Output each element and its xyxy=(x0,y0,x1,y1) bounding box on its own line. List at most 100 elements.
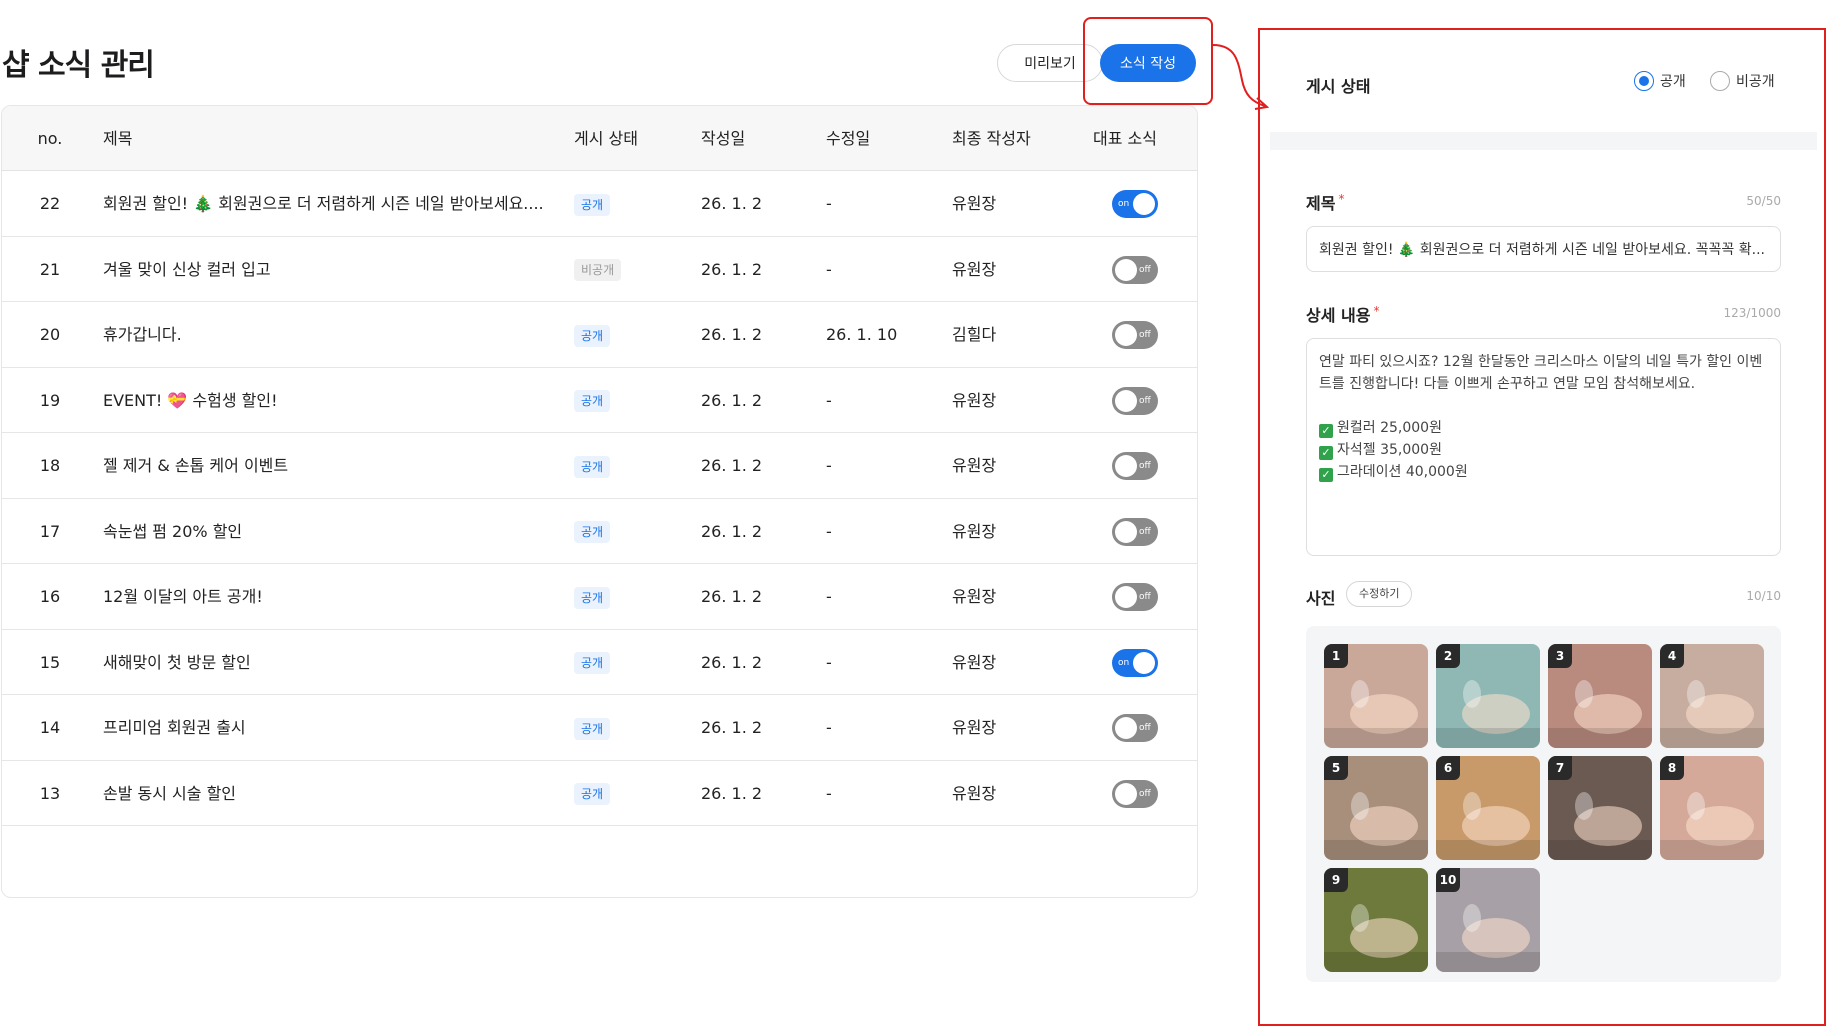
featured-toggle[interactable]: off xyxy=(1112,321,1158,349)
row-title[interactable]: 회원권 할인! 🎄 회원권으로 더 저렴하게 시즌 네일 받아보세요.... xyxy=(103,171,549,236)
row-status: 공개 xyxy=(574,761,611,826)
title-input[interactable]: 회원권 할인! 🎄 회원권으로 더 저렴하게 시즌 네일 받아보세요. 꼭꼭꼭 … xyxy=(1306,226,1781,272)
table-row[interactable]: 22 회원권 할인! 🎄 회원권으로 더 저렴하게 시즌 네일 받아보세요....… xyxy=(2,171,1197,237)
photo-thumbnail[interactable]: 6 xyxy=(1436,756,1540,860)
row-updated-date: - xyxy=(826,194,832,213)
radio-private-dot[interactable] xyxy=(1710,71,1730,91)
status-badge: 공개 xyxy=(574,390,611,412)
photo-order-badge: 5 xyxy=(1324,756,1348,780)
row-author: 유원장 xyxy=(952,652,997,672)
photo-order-badge: 10 xyxy=(1436,868,1460,892)
toggle-state-label: off xyxy=(1139,330,1151,340)
table-row[interactable]: 15 새해맞이 첫 방문 할인 공개 26. 1. 2 - 유원장 on xyxy=(2,630,1197,695)
table-row[interactable]: 21 겨울 맞이 신상 컬러 입고 비공개 26. 1. 2 - 유원장 off xyxy=(2,237,1197,302)
row-title[interactable]: 겨울 맞이 신상 컬러 입고 xyxy=(103,237,549,302)
toggle-state-label: off xyxy=(1139,723,1151,733)
toggle-knob xyxy=(1115,389,1137,412)
table-row[interactable]: 13 손발 동시 시술 할인 공개 26. 1. 2 - 유원장 off xyxy=(2,761,1197,826)
photo-order-badge: 4 xyxy=(1660,644,1684,668)
featured-toggle[interactable]: off xyxy=(1112,779,1158,808)
photo-thumbnail[interactable]: 8 xyxy=(1660,756,1764,860)
toggle-state-label: off xyxy=(1139,592,1151,602)
table-row[interactable]: 20 휴가갑니다. 공개 26. 1. 2 26. 1. 10 김힐다 off xyxy=(2,302,1197,368)
featured-toggle[interactable]: off xyxy=(1112,583,1158,611)
row-title[interactable]: 속눈썹 펌 20% 할인 xyxy=(103,499,549,564)
row-updated-date: - xyxy=(826,783,832,803)
row-no: 21 xyxy=(39,259,61,279)
check-icon: ✓ xyxy=(1319,446,1333,460)
row-title[interactable]: 젤 제거 & 손톱 케어 이벤트 xyxy=(103,433,549,498)
photo-order-badge: 8 xyxy=(1660,756,1684,780)
title-char-counter: 50/50 xyxy=(1746,194,1781,208)
table-row[interactable]: 14 프리미엄 회원권 출시 공개 26. 1. 2 - 유원장 off xyxy=(2,695,1197,761)
photo-thumbnail[interactable]: 4 xyxy=(1660,644,1764,748)
photo-thumbnail[interactable]: 2 xyxy=(1436,644,1540,748)
screen: 샵 소식 관리 미리보기 소식 작성 no. 제목 게시 상태 작성일 수정일 … xyxy=(0,0,1827,1028)
content-line-text: 자석젤 35,000원 xyxy=(1337,442,1442,458)
content-char-counter: 123/1000 xyxy=(1723,306,1782,320)
content-line-text: 그라데이션 40,000원 xyxy=(1337,464,1468,480)
row-no: 18 xyxy=(39,456,61,475)
toggle-knob xyxy=(1133,651,1155,674)
featured-toggle[interactable]: on xyxy=(1112,648,1158,677)
row-title[interactable]: EVENT! 💝 수험생 할인! xyxy=(103,368,549,433)
col-header-status: 게시 상태 xyxy=(574,129,638,148)
photo-edit-button[interactable]: 수정하기 xyxy=(1346,581,1413,607)
content-line-text: 원컬러 25,000원 xyxy=(1337,420,1442,436)
title-label-text: 제목 xyxy=(1306,194,1336,213)
status-badge: 공개 xyxy=(574,717,611,740)
featured-toggle[interactable]: on xyxy=(1112,190,1158,218)
featured-toggle[interactable]: off xyxy=(1112,255,1158,284)
toggle-state-label: off xyxy=(1139,264,1151,275)
row-status: 비공개 xyxy=(574,237,622,302)
row-status: 공개 xyxy=(574,630,611,695)
photo-order-badge: 7 xyxy=(1548,756,1572,780)
featured-toggle[interactable]: off xyxy=(1112,517,1158,546)
row-title[interactable]: 새해맞이 첫 방문 할인 xyxy=(103,630,549,695)
photo-thumbnail[interactable]: 7 xyxy=(1548,756,1652,860)
toggle-knob xyxy=(1115,258,1137,281)
news-table: no. 제목 게시 상태 작성일 수정일 최종 작성자 대표 소식 22 회원권 … xyxy=(1,105,1198,898)
row-created-date: 26. 1. 2 xyxy=(701,718,763,737)
featured-toggle[interactable]: off xyxy=(1112,386,1158,415)
row-created-date: 26. 1. 2 xyxy=(701,587,763,606)
status-badge: 공개 xyxy=(574,652,611,674)
featured-toggle[interactable]: off xyxy=(1112,452,1158,480)
featured-toggle[interactable]: off xyxy=(1112,714,1158,742)
table-row[interactable]: 19 EVENT! 💝 수험생 할인! 공개 26. 1. 2 - 유원장 off xyxy=(2,368,1197,433)
row-status: 공개 xyxy=(574,564,611,629)
table-row[interactable]: 17 속눈썹 펌 20% 할인 공개 26. 1. 2 - 유원장 off xyxy=(2,499,1197,564)
content-required-mark: * xyxy=(1373,304,1380,318)
table-row[interactable]: 16 12월 이달의 아트 공개! 공개 26. 1. 2 - 유원장 off xyxy=(2,564,1197,630)
content-line: 연말 파티 있으시죠? 12월 한달동안 크리스마스 이달의 네일 특가 할인 … xyxy=(1319,351,1768,373)
photo-order-badge: 9 xyxy=(1324,868,1348,892)
row-created-date: 26. 1. 2 xyxy=(701,194,763,213)
photo-thumbnail[interactable]: 3 xyxy=(1548,644,1652,748)
radio-public[interactable]: 공개 xyxy=(1634,71,1686,91)
col-header-title: 제목 xyxy=(103,129,133,148)
row-no: 22 xyxy=(39,194,61,213)
row-title[interactable]: 프리미엄 회원권 출시 xyxy=(103,695,549,760)
status-badge: 공개 xyxy=(574,521,611,543)
photo-order-badge: 6 xyxy=(1436,756,1460,780)
row-title[interactable]: 손발 동시 시술 할인 xyxy=(103,761,549,826)
radio-public-label: 공개 xyxy=(1660,74,1686,90)
table-row[interactable]: 18 젤 제거 & 손톱 케어 이벤트 공개 26. 1. 2 - 유원장 off xyxy=(2,433,1197,499)
radio-private[interactable]: 비공개 xyxy=(1710,71,1775,91)
photo-thumbnail[interactable]: 10 xyxy=(1436,868,1540,972)
col-header-no: no. xyxy=(37,129,63,148)
toggle-state-label: off xyxy=(1139,395,1151,406)
content-textarea[interactable]: 연말 파티 있으시죠? 12월 한달동안 크리스마스 이달의 네일 특가 할인 … xyxy=(1306,338,1781,556)
row-status: 공개 xyxy=(574,499,611,564)
col-header-created: 작성일 xyxy=(701,129,746,148)
row-status: 공개 xyxy=(574,695,611,760)
status-badge: 공개 xyxy=(574,193,611,216)
row-title[interactable]: 12월 이달의 아트 공개! xyxy=(103,564,549,629)
row-title[interactable]: 휴가갑니다. xyxy=(103,302,549,367)
photo-thumbnail[interactable]: 5 xyxy=(1324,756,1428,860)
toggle-state-label: on xyxy=(1118,199,1130,209)
photo-thumbnail[interactable]: 9 xyxy=(1324,868,1428,972)
radio-public-dot[interactable] xyxy=(1634,71,1654,91)
row-author: 김힐다 xyxy=(952,325,997,344)
photo-thumbnail[interactable]: 1 xyxy=(1324,644,1428,748)
